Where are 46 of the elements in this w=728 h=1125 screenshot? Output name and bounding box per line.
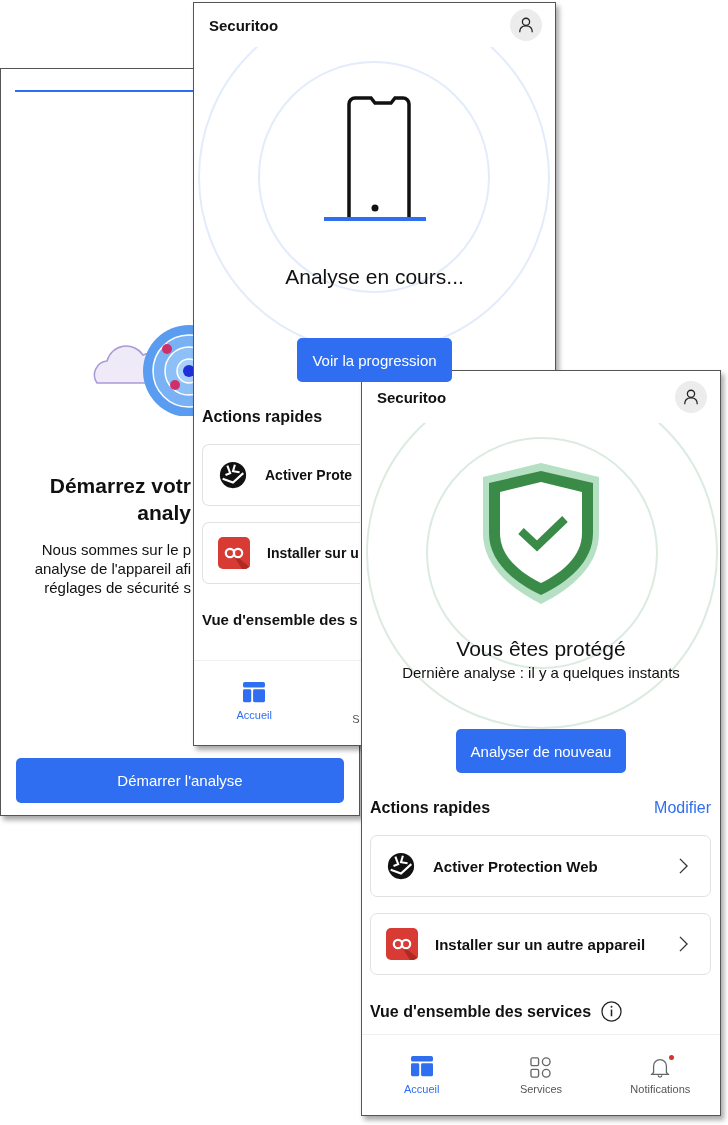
profile-button[interactable] xyxy=(510,9,542,41)
section-title: Vue d'ensemble des s xyxy=(202,610,358,630)
heading-line: analy xyxy=(136,500,191,526)
info-icon[interactable] xyxy=(601,1001,623,1022)
action-card[interactable]: Installer sur u xyxy=(202,522,360,584)
rescan-button[interactable]: Analyser de nouveau xyxy=(455,729,627,773)
nav-tab[interactable]: Services xyxy=(481,1035,601,1115)
description-line: analyse de l'appareil afi xyxy=(33,559,191,578)
last-scan-text: Dernière analyse : il y a quelques instants xyxy=(402,663,680,683)
action-label: Installer sur un autre appareil xyxy=(435,935,647,953)
action-label: Activer Prote xyxy=(265,467,354,483)
action-card[interactable]: Activer Prote xyxy=(202,444,360,506)
nav-tab[interactable]: Notifications xyxy=(600,1035,720,1115)
infinity-icon xyxy=(218,537,250,569)
person-icon xyxy=(682,388,700,406)
nav-tab[interactable]: S xyxy=(314,661,361,745)
status-title: Analyse en cours... xyxy=(285,264,464,290)
description-line: réglages de sécurité s xyxy=(43,578,191,597)
nav-tab[interactable]: Accueil xyxy=(362,1035,482,1115)
globe-shield-icon xyxy=(386,851,416,881)
heading-line: Démarrez votr xyxy=(48,473,191,499)
section-title: Actions rapides xyxy=(370,798,491,818)
progress-button[interactable]: Voir la progression xyxy=(297,338,452,382)
infinity-icon xyxy=(386,928,418,960)
home-icon xyxy=(242,682,267,704)
action-card[interactable]: Installer sur un autre appareil xyxy=(370,913,711,975)
globe-shield-icon xyxy=(218,460,248,490)
nav-tab[interactable]: Accueil xyxy=(194,661,315,745)
status-title: Vous êtes protégé xyxy=(456,636,626,662)
phone-icon xyxy=(323,96,426,222)
shield-check-icon xyxy=(481,461,601,606)
bell-icon xyxy=(649,1056,672,1078)
action-label: Installer sur u xyxy=(267,545,360,561)
person-icon xyxy=(517,16,535,34)
action-card[interactable]: Activer Protection Web xyxy=(370,835,711,897)
description-line: Nous sommes sur le p xyxy=(40,540,191,559)
edit-link[interactable]: Modifier xyxy=(654,798,711,818)
section-title: Actions rapides xyxy=(202,407,323,427)
action-label: Activer Protection Web xyxy=(433,857,599,875)
profile-button[interactable] xyxy=(675,381,707,413)
section-title: Vue d'ensemble des services xyxy=(370,1001,592,1022)
app-title: Securitoo xyxy=(209,16,279,34)
grid-icon xyxy=(530,1056,552,1078)
start-scan-button[interactable]: Démarrer l'analyse xyxy=(16,758,344,803)
app-title: Securitoo xyxy=(377,388,447,406)
home-icon xyxy=(409,1056,434,1078)
